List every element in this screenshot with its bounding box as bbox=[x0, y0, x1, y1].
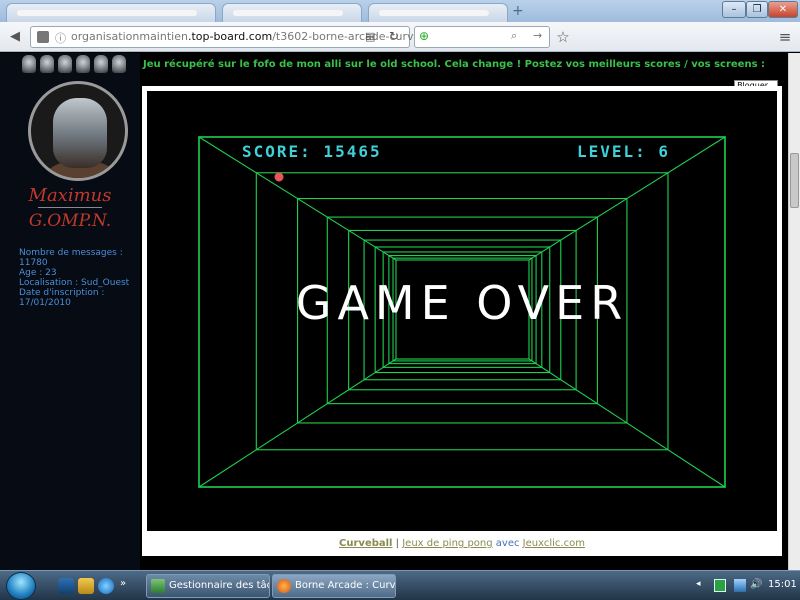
rank-helmet-icon bbox=[76, 55, 90, 73]
menu-icon[interactable]: ≡ bbox=[776, 28, 794, 46]
profile-info-label: Date d'inscription : bbox=[19, 288, 105, 298]
clock[interactable]: 15:01 bbox=[768, 579, 797, 590]
show-desktop-icon[interactable] bbox=[58, 578, 74, 594]
new-tab-button[interactable]: + bbox=[512, 3, 526, 19]
taskbar-item-task-manager[interactable]: Gestionnaire des tâc... bbox=[146, 574, 270, 598]
volume-icon[interactable]: 🔊 bbox=[750, 579, 762, 592]
search-icon[interactable]: ⌕ bbox=[511, 29, 517, 43]
avatar[interactable] bbox=[28, 81, 128, 181]
explorer-icon[interactable] bbox=[78, 578, 94, 594]
scrollbar-thumb[interactable] bbox=[790, 153, 799, 208]
tray-app-icon[interactable] bbox=[714, 579, 726, 592]
game-over-text: GAME OVER bbox=[296, 276, 628, 330]
bookmark-star-icon[interactable]: ☆ bbox=[554, 28, 572, 46]
back-icon[interactable]: ◀ bbox=[6, 28, 24, 46]
rank-helmet-icon bbox=[94, 55, 108, 73]
post-message: Jeu récupéré sur le fofo de mon alli sur… bbox=[143, 59, 766, 70]
taskbar-item-browser[interactable]: Borne Arcade : Curve... bbox=[272, 574, 396, 598]
username[interactable]: Maximus bbox=[0, 185, 140, 206]
quicklaunch-expand-icon[interactable]: » bbox=[120, 578, 130, 594]
url-bar[interactable]: ⓘ organisationmaintien.top-board.com/t36… bbox=[30, 26, 423, 48]
credits-separator: | bbox=[395, 538, 400, 549]
taskbar: » Gestionnaire des tâc... Borne Arcade :… bbox=[0, 570, 800, 600]
category-link[interactable]: Jeux de ping pong bbox=[402, 538, 492, 549]
game-canvas[interactable]: SCORE: 15465 LEVEL: 6 GAME OVER bbox=[147, 91, 777, 531]
tray-expand-icon[interactable]: ◂ bbox=[696, 579, 708, 592]
rank-helmet-icon bbox=[40, 55, 54, 73]
network-icon[interactable] bbox=[734, 579, 746, 592]
rank-helmet-icon bbox=[112, 55, 126, 73]
profile-info-value: 17/01/2010 bbox=[19, 298, 71, 308]
start-button[interactable] bbox=[6, 572, 36, 600]
taskbar-item-label: Gestionnaire des tâc... bbox=[169, 580, 269, 591]
score-text: SCORE: 15465 bbox=[242, 142, 382, 161]
game-view: SCORE: 15465 LEVEL: 6 GAME OVER bbox=[198, 136, 726, 488]
profile-info-label: Localisation : Sud_Ouest bbox=[19, 278, 130, 288]
search-input[interactable]: ⊕ ⌕ → bbox=[414, 26, 550, 48]
info-icon[interactable]: ⓘ bbox=[55, 30, 66, 46]
page-scrollbar[interactable] bbox=[788, 53, 800, 570]
site-link[interactable]: Jeuxclic.com bbox=[523, 538, 585, 549]
browser-tab[interactable] bbox=[6, 3, 216, 22]
page-content: Maximus G.OMP.N. Nombre de messages : 11… bbox=[0, 53, 800, 570]
game-link[interactable]: Curveball bbox=[339, 538, 392, 549]
internet-explorer-icon[interactable] bbox=[98, 578, 114, 594]
search-engine-icon[interactable]: ⊕ bbox=[419, 29, 429, 43]
close-button[interactable]: ✕ bbox=[768, 1, 798, 18]
minimize-button[interactable]: – bbox=[722, 1, 746, 18]
browser-tab[interactable] bbox=[222, 3, 362, 22]
game-frame: SCORE: 15465 LEVEL: 6 GAME OVER Curvebal… bbox=[142, 86, 782, 556]
navigation-bar: ◀ ⓘ organisationmaintien.top-board.com/t… bbox=[0, 22, 800, 52]
rank-helmet-icon bbox=[58, 55, 72, 73]
divider bbox=[38, 207, 102, 208]
browser-tab[interactable] bbox=[368, 3, 508, 22]
task-manager-icon bbox=[151, 579, 165, 593]
profile-info-value: 11780 bbox=[19, 258, 48, 268]
search-go-icon[interactable]: → bbox=[533, 29, 542, 42]
user-profile-sidebar: Maximus G.OMP.N. Nombre de messages : 11… bbox=[0, 53, 140, 570]
credits-with: avec bbox=[495, 538, 520, 549]
profile-info-label: Age : 23 bbox=[19, 268, 57, 278]
game-credits: Curveball | Jeux de ping pong avec Jeuxc… bbox=[142, 538, 782, 549]
reload-icon[interactable]: ↻ bbox=[389, 29, 399, 43]
user-rank: G.OMP.N. bbox=[28, 211, 112, 231]
ball bbox=[274, 172, 284, 182]
taskbar-item-label: Borne Arcade : Curve... bbox=[295, 580, 396, 591]
rank-helmet-icon bbox=[22, 55, 36, 73]
level-text: LEVEL: 6 bbox=[577, 142, 670, 161]
window-titlebar: + – ❐ ✕ bbox=[0, 0, 800, 22]
firefox-icon bbox=[277, 579, 291, 593]
profile-info-label: Nombre de messages : bbox=[19, 248, 123, 258]
page-icon bbox=[37, 31, 49, 43]
maximize-button[interactable]: ❐ bbox=[746, 1, 768, 18]
reader-icon[interactable]: ▤ bbox=[365, 30, 375, 43]
